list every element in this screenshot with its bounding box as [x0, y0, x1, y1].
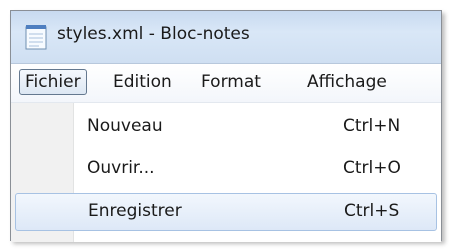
menu-fichier[interactable]: Fichier [19, 69, 87, 95]
menu-bar: Fichier Edition Format Affichage [11, 64, 441, 103]
title-bar: styles.xml - Bloc-notes [11, 11, 441, 64]
menu-item-shortcut: Ctrl+O [343, 158, 401, 178]
menu-item-label: Nouveau [87, 116, 163, 136]
menu-format[interactable]: Format [201, 70, 261, 94]
menu-item-ouvrir[interactable]: Ouvrir... Ctrl+O [15, 151, 435, 187]
menu-item-shortcut: Ctrl+N [343, 116, 401, 136]
menu-item-enregistrer[interactable]: Enregistrer Ctrl+S [15, 193, 437, 231]
menu-item-shortcut: Ctrl+S [344, 201, 400, 221]
notepad-icon [25, 24, 47, 50]
menu-item-label: Enregistrer [88, 201, 182, 221]
menu-edition[interactable]: Edition [113, 70, 172, 94]
menu-item-label: Ouvrir... [87, 158, 155, 178]
window-title: styles.xml - Bloc-notes [57, 24, 250, 44]
notepad-window: styles.xml - Bloc-notes Fichier Edition … [10, 10, 442, 242]
file-menu-dropdown: Nouveau Ctrl+N Ouvrir... Ctrl+O Enregist… [11, 103, 441, 242]
menu-item-nouveau[interactable]: Nouveau Ctrl+N [15, 109, 435, 145]
cropped-text-fragment [0, 0, 449, 10]
menu-affichage[interactable]: Affichage [307, 70, 387, 94]
